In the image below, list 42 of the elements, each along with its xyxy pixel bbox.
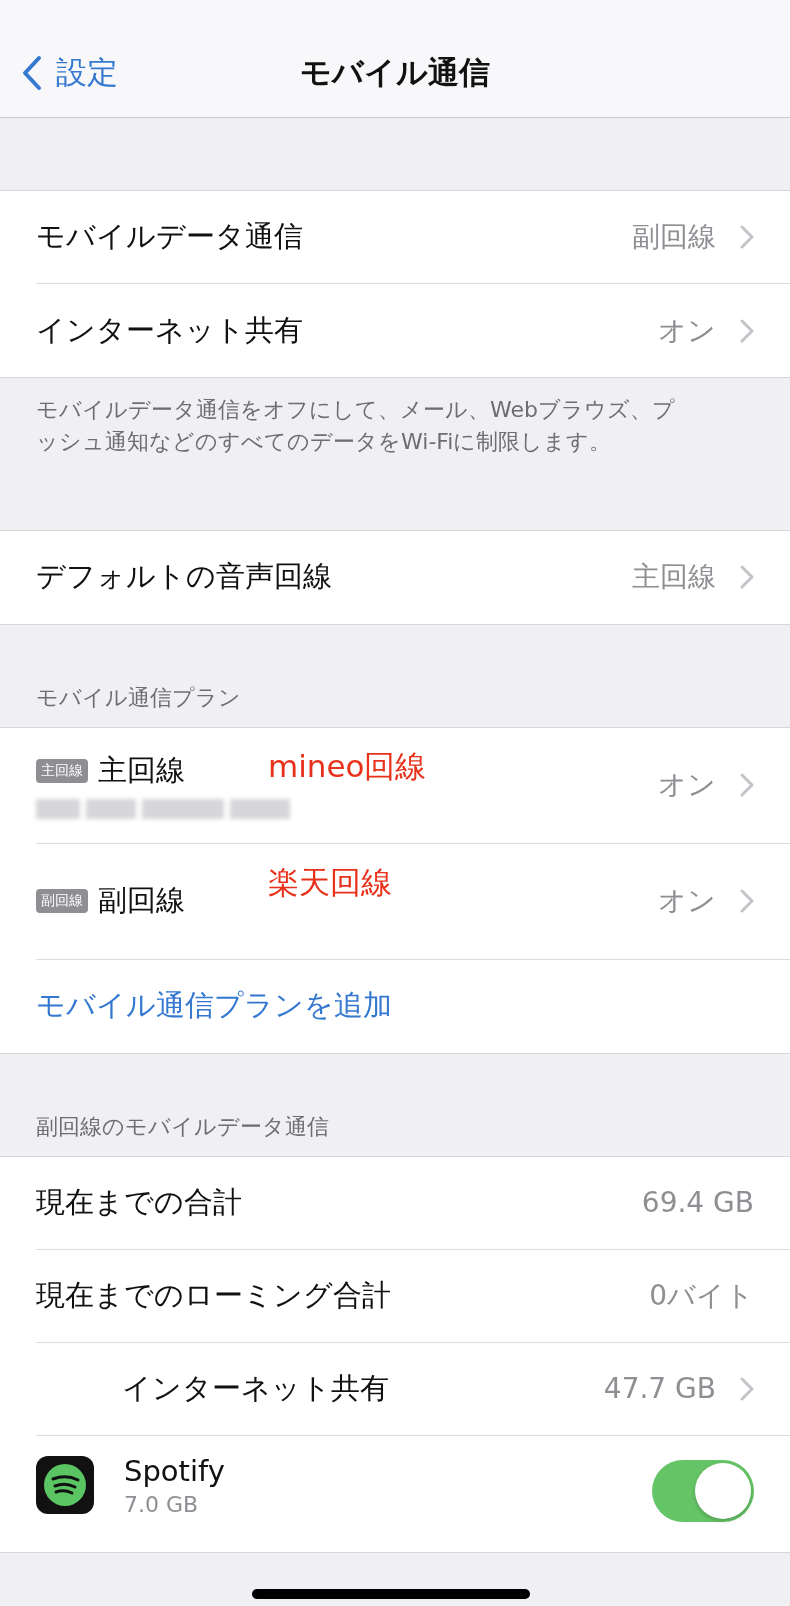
section-footer: モバイルデータ通信をオフにして、メール、Webブラウズ、プッシュ通知などのすべてのデータをWi-Fiに制限します。 [0,378,722,458]
screen-title: モバイル通信 [300,54,490,90]
settings-row[interactable]: インターネット共有 47.7 GB [36,1342,790,1436]
app-name: Spotify [124,1453,225,1488]
add-plan-link[interactable]: モバイル通信プランを追加 [36,986,754,1027]
app-icon [36,1456,94,1515]
row-value: オン [658,767,716,804]
settings-row[interactable]: モバイルデータ通信 副回線 [36,191,790,284]
row-value: 主回線 [632,559,716,596]
chevron-icon [740,1376,754,1401]
chevron-icon [740,889,754,914]
annotation: 楽天回線 [268,862,392,902]
row-label: インターネット共有 [121,1369,390,1407]
row-label: 現在までの合計 [36,1183,243,1221]
row-label: 現在までのローミング合計 [36,1276,392,1314]
line-badge: 副回線 [36,889,88,914]
settings-row[interactable]: インターネット共有 オン [36,284,790,377]
row-value: オン [658,883,716,920]
row-value: オン [658,312,716,349]
app-usage: 7.0 GB [124,1491,200,1517]
plan-row[interactable]: 副回線 副回線 楽天回線 オン [36,843,790,960]
chevron-icon [740,225,754,249]
section-header: 副回線のモバイルデータ通信 [35,1112,330,1141]
plan-row[interactable]: 主回線 主回線 mineo回線 オン [36,727,790,844]
row-label: デフォルトの音声回線 [36,558,333,596]
chevron-icon [740,773,754,798]
row-value: 69.4 GB [641,1186,754,1220]
back-button[interactable]: 設定 [22,51,118,94]
chevron-icon [740,318,754,343]
settings-row[interactable]: デフォルトの音声回線 主回線 [36,530,790,624]
back-chevron-icon [22,54,42,91]
row-label: インターネット共有 [36,311,304,349]
row-label: モバイルデータ通信 [36,218,304,255]
row-value: 0バイト [649,1277,754,1314]
line-badge: 主回線 [36,759,88,784]
chevron-icon [740,565,754,590]
row-value: 47.7 GB [603,1372,716,1406]
row-label: 副回線 [98,882,185,920]
annotation: mineo回線 [268,746,427,786]
row-value: 副回線 [632,219,716,255]
section-header: モバイル通信プラン [35,683,242,712]
row-label: 主回線 [98,752,185,790]
